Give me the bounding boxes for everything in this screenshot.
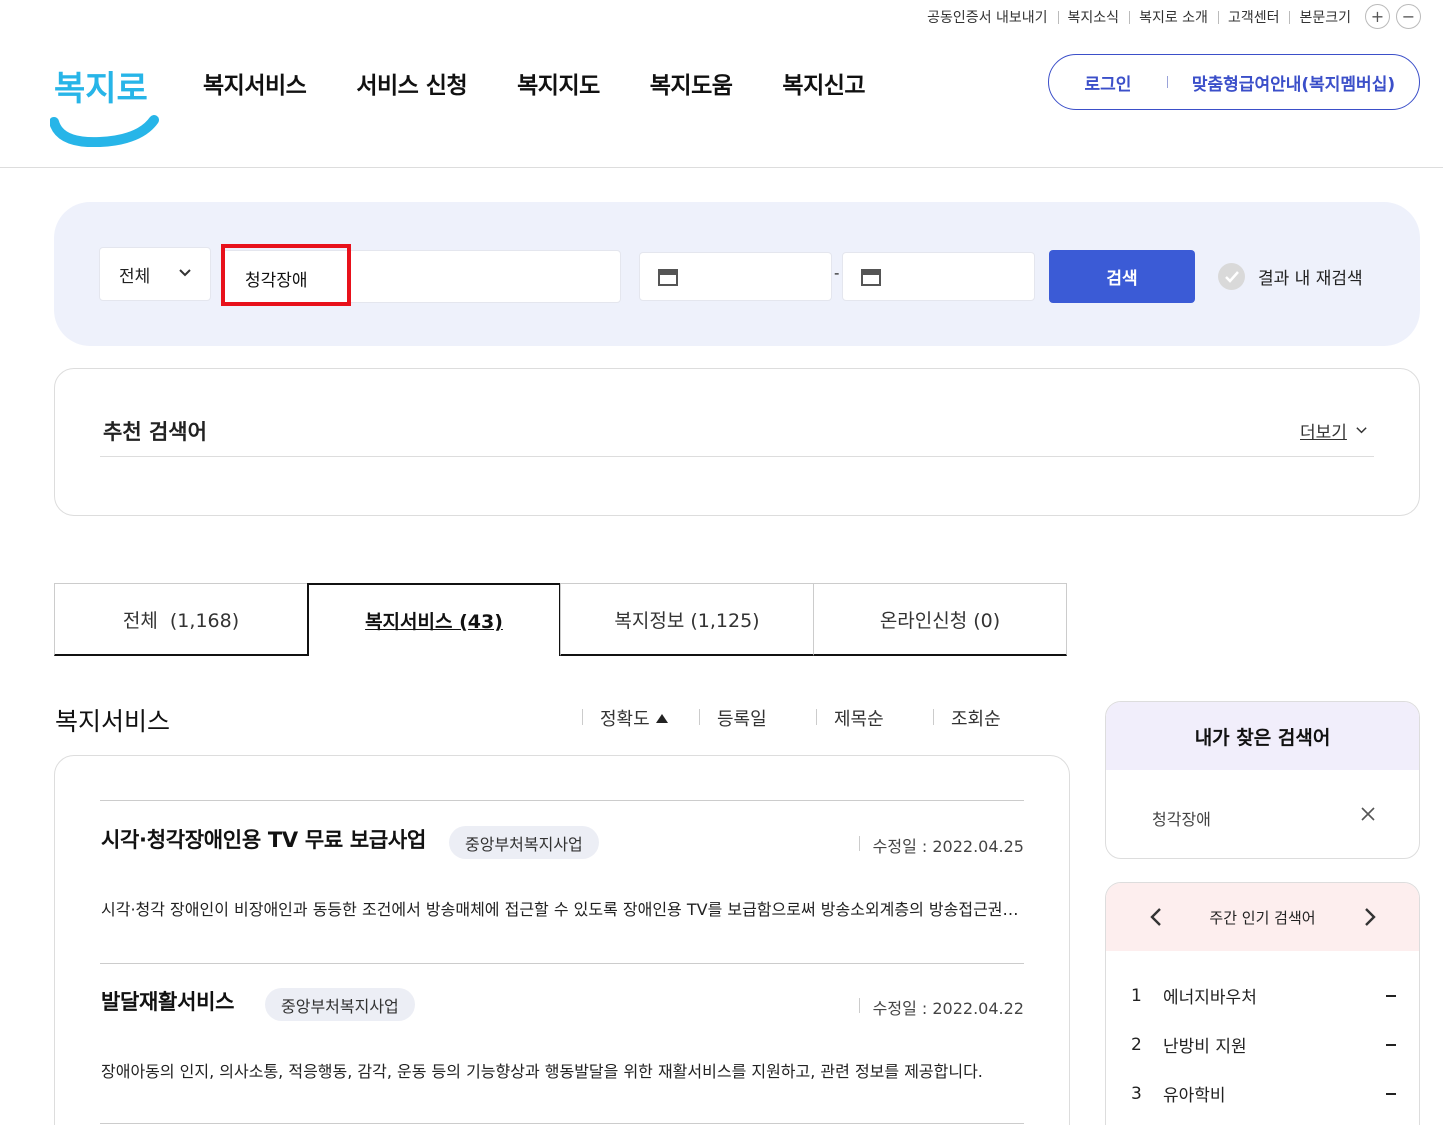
chevron-down-icon: [1356, 427, 1367, 434]
chevron-right-icon[interactable]: [1364, 907, 1376, 927]
recommend-more-button[interactable]: 더보기: [1300, 418, 1368, 443]
item-divider: [100, 800, 1024, 801]
support-link[interactable]: 고객센터: [1217, 7, 1290, 27]
popular-item[interactable]: 2 난방비 지원: [1131, 1032, 1396, 1057]
result-badge: 중앙부처복지사업: [265, 988, 415, 1021]
search-input-value: 청각장애: [245, 271, 308, 291]
search-button[interactable]: 검색: [1049, 250, 1195, 303]
sort-asc-icon: [655, 714, 668, 723]
result-tabs: 전체 (1,168) 복지서비스 (43) 복지정보 (1,125) 온라인신청…: [54, 583, 1067, 656]
utility-bar: 공동인증서 내보내기 복지소식 복지로 소개 고객센터 본문크기 + −: [917, 4, 1421, 29]
weekly-popular-header: 주간 인기 검색어: [1106, 883, 1419, 951]
sort-title[interactable]: 제목순: [816, 705, 933, 731]
rank-unchanged-icon: [1386, 1092, 1396, 1095]
popular-item[interactable]: 3 유아학비: [1131, 1081, 1396, 1106]
main-navigation: 복지서비스 서비스 신청 복지지도 복지도움 복지신고: [203, 66, 915, 100]
popular-keyword: 유아학비: [1163, 1086, 1226, 1106]
font-increase-button[interactable]: +: [1365, 4, 1390, 29]
sort-views[interactable]: 조회순: [933, 705, 1050, 731]
end-date-field[interactable]: [842, 252, 1035, 301]
start-date-field[interactable]: [639, 252, 832, 301]
logo-text: 복지로: [54, 69, 148, 109]
popular-rank: 2: [1131, 1034, 1142, 1055]
result-title-link[interactable]: 시각·청각장애인용 TV 무료 보급사업: [101, 824, 426, 854]
login-area: 로그인 맞춤형급여안내(복지멤버십): [1048, 54, 1420, 110]
popular-keyword: 에너지바우처: [1163, 988, 1257, 1008]
check-icon: [1218, 263, 1245, 290]
nav-welfare-map[interactable]: 복지지도: [517, 66, 600, 100]
date-range-dash: -: [834, 264, 840, 282]
rank-unchanged-icon: [1386, 994, 1396, 997]
calendar-icon: [861, 269, 881, 286]
my-search-item[interactable]: 청각장애: [1152, 806, 1211, 830]
news-link[interactable]: 복지소식: [1057, 7, 1130, 27]
weekly-popular-title: 주간 인기 검색어: [1209, 908, 1316, 927]
result-description: 장애아동의 인지, 의사소통, 적응행동, 감각, 운동 등의 기능향상과 행동…: [101, 1062, 983, 1081]
sort-accuracy-label: 정확도: [600, 709, 650, 730]
result-badge: 중앙부처복지사업: [449, 826, 599, 859]
item-divider: [100, 963, 1024, 964]
site-logo[interactable]: 복지로: [49, 52, 160, 148]
tab-online-apply[interactable]: 온라인신청 (0): [813, 583, 1067, 656]
nav-service-apply[interactable]: 서비스 신청: [356, 66, 467, 100]
chevron-down-icon: [179, 269, 191, 277]
research-within-toggle[interactable]: 결과 내 재검색: [1218, 263, 1363, 290]
logo-image: 복지로: [49, 69, 159, 148]
result-description: 시각·청각 장애인이 비장애인과 동등한 조건에서 방송매체에 접근할 수 있도…: [101, 900, 1025, 919]
my-searches-title: 내가 찾은 검색어: [1106, 702, 1419, 770]
membership-link[interactable]: 맞춤형급여안내(복지멤버십): [1168, 70, 1419, 95]
login-link[interactable]: 로그인: [1049, 70, 1167, 95]
category-select[interactable]: 전체: [99, 247, 211, 301]
popular-keyword: 난방비 지원: [1163, 1037, 1247, 1057]
result-modified-date: 수정일 : 2022.04.25: [858, 833, 1024, 857]
cert-export-link[interactable]: 공동인증서 내보내기: [917, 7, 1057, 27]
research-within-label: 결과 내 재검색: [1258, 269, 1363, 289]
weekly-popular-box: 주간 인기 검색어 1 에너지바우처 2 난방비 지원 3 유아학비: [1105, 882, 1420, 1125]
recommend-divider: [100, 456, 1374, 457]
tab-all[interactable]: 전체 (1,168): [54, 583, 308, 656]
category-select-value: 전체: [119, 266, 151, 287]
font-size-label: 본문크기: [1289, 7, 1359, 27]
nav-welfare-report[interactable]: 복지신고: [782, 66, 865, 100]
recommend-more-label: 더보기: [1300, 423, 1347, 443]
recommend-keywords-box: [54, 368, 1420, 516]
header-divider: [0, 167, 1443, 168]
calendar-icon: [658, 269, 678, 286]
popular-rank: 3: [1131, 1083, 1142, 1104]
popular-rank: 1: [1131, 985, 1142, 1006]
about-link[interactable]: 복지로 소개: [1129, 7, 1218, 27]
rank-unchanged-icon: [1386, 1043, 1396, 1046]
tab-welfare-info[interactable]: 복지정보 (1,125): [560, 583, 814, 656]
sort-date[interactable]: 등록일: [699, 705, 816, 731]
nav-welfare-service[interactable]: 복지서비스: [203, 66, 307, 100]
sort-accuracy[interactable]: 정확도: [582, 705, 699, 731]
result-modified-date: 수정일 : 2022.04.22: [858, 995, 1024, 1019]
sort-options: 정확도 등록일 제목순 조회순: [582, 705, 1050, 731]
close-icon[interactable]: [1360, 806, 1376, 822]
my-searches-box: 내가 찾은 검색어 청각장애: [1105, 701, 1420, 859]
nav-welfare-help[interactable]: 복지도움: [650, 66, 733, 100]
font-decrease-button[interactable]: −: [1396, 4, 1421, 29]
popular-item[interactable]: 1 에너지바우처: [1131, 983, 1396, 1008]
list-title: 복지서비스: [55, 707, 171, 736]
item-divider: [100, 1123, 1024, 1124]
result-title-link[interactable]: 발달재활서비스: [101, 986, 234, 1016]
tab-welfare-service[interactable]: 복지서비스 (43): [307, 583, 561, 656]
recommend-title: 추천 검색어: [103, 420, 207, 444]
chevron-left-icon[interactable]: [1150, 907, 1162, 927]
